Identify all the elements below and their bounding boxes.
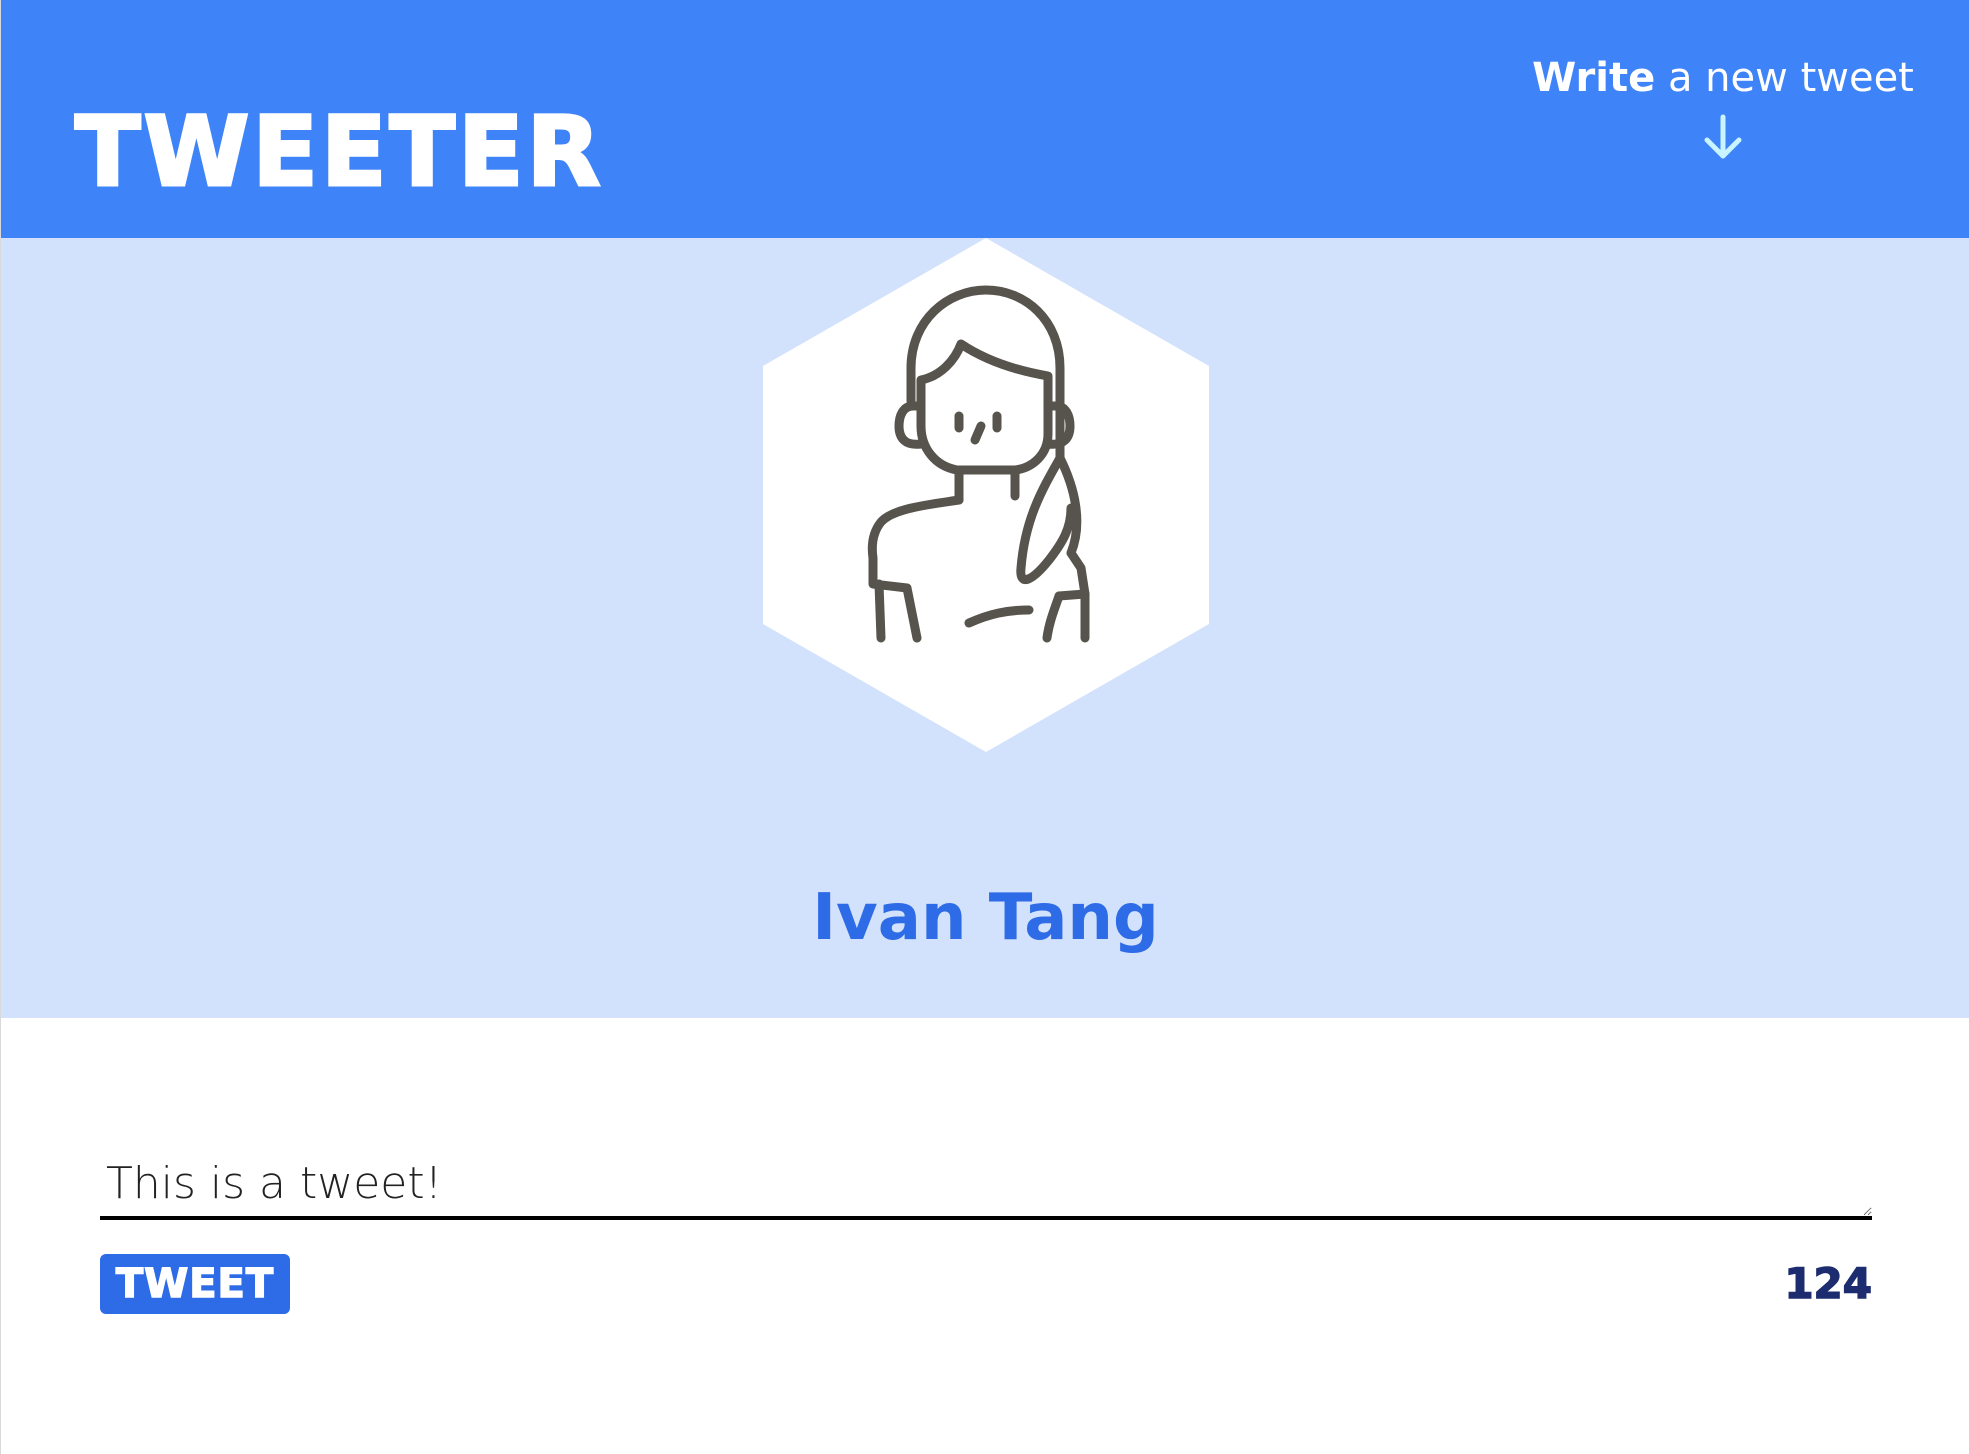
profile-section: Ivan Tang [1,238,1969,1018]
page: TWEETER Write a new tweet Ivan Tang This… [0,0,1969,1454]
write-new-tweet-label[interactable]: Write a new tweet [1513,52,1933,104]
user-avatar-icon [763,238,1209,752]
write-label-rest[interactable]: a new tweet [1655,55,1914,101]
new-tweet-form: This is a tweet! TWEET 124 [100,1150,1873,1314]
profile-user-name: Ivan Tang [812,881,1159,955]
tweet-submit-button[interactable]: TWEET [100,1254,290,1314]
arrow-down-icon[interactable] [1701,114,1745,162]
app-logo: TWEETER [74,96,604,208]
avatar-hexagon [763,238,1209,752]
header-bar: TWEETER Write a new tweet [1,0,1969,238]
write-label-bold[interactable]: Write [1532,55,1655,101]
write-new-tweet-toggle[interactable]: Write a new tweet [1513,52,1933,162]
tweet-text-input[interactable]: This is a tweet! [100,1150,1872,1220]
character-counter: 124 [1784,1258,1873,1309]
